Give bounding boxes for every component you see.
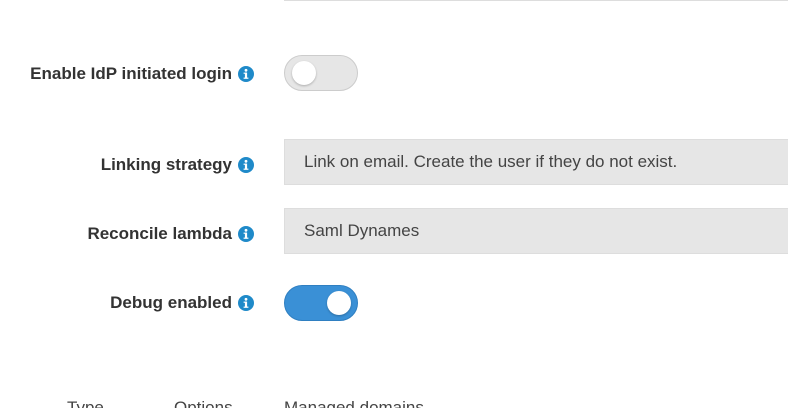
reconcile-lambda-select[interactable]: Saml Dynames bbox=[284, 208, 788, 254]
linking-strategy-label: Linking strategy bbox=[101, 155, 254, 175]
debug-enabled-label-text: Debug enabled bbox=[110, 293, 232, 312]
info-icon[interactable] bbox=[238, 295, 254, 311]
info-icon[interactable] bbox=[238, 66, 254, 82]
linking-strategy-value: Link on email. Create the user if they d… bbox=[304, 152, 678, 171]
idp-initiated-login-toggle[interactable] bbox=[284, 55, 358, 91]
debug-enabled-label: Debug enabled bbox=[110, 293, 254, 313]
idp-initiated-login-label: Enable IdP initiated login bbox=[30, 64, 254, 84]
reconcile-lambda-label-text: Reconcile lambda bbox=[87, 224, 232, 243]
identity-provider-form: Enable IdP initiated login Linking strat… bbox=[0, 0, 788, 408]
table-header-type[interactable]: Type bbox=[67, 398, 104, 408]
toggle-knob bbox=[327, 291, 351, 315]
info-icon[interactable] bbox=[238, 157, 254, 173]
debug-enabled-toggle[interactable] bbox=[284, 285, 358, 321]
previous-field-input[interactable] bbox=[284, 0, 788, 1]
reconcile-lambda-label: Reconcile lambda bbox=[87, 224, 254, 244]
reconcile-lambda-value: Saml Dynames bbox=[304, 221, 420, 240]
linking-strategy-label-text: Linking strategy bbox=[100, 155, 232, 174]
toggle-knob bbox=[292, 61, 316, 85]
info-icon[interactable] bbox=[238, 226, 254, 242]
linking-strategy-select[interactable]: Link on email. Create the user if they d… bbox=[284, 139, 788, 185]
idp-initiated-login-label-text: Enable IdP initiated login bbox=[30, 64, 232, 83]
table-header-options[interactable]: Options bbox=[174, 398, 233, 408]
table-header-managed-domains[interactable]: Managed domains bbox=[284, 398, 424, 408]
